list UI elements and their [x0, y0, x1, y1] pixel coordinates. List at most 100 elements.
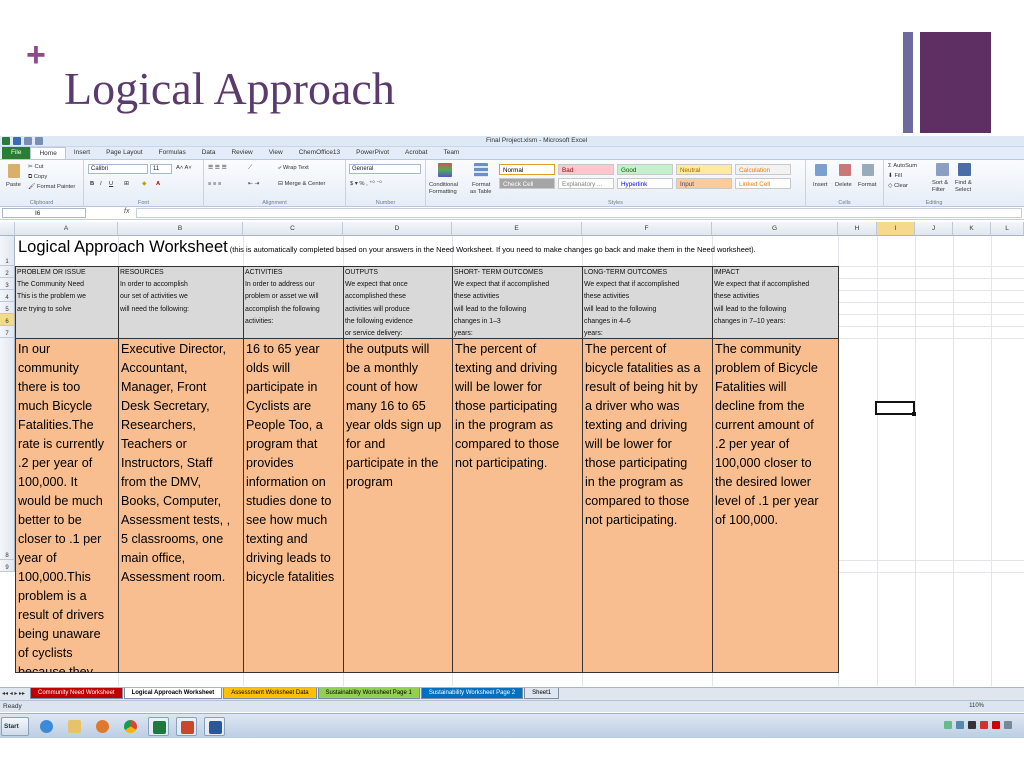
content-cell-c[interactable]: 16 to 65 year olds will participate in Cycl…: [243, 338, 344, 673]
header-cell-g[interactable]: IMPACT We expect that if accomplished thes…: [712, 266, 839, 339]
fill-color-button[interactable]: ◆: [142, 181, 146, 187]
content-cell-f[interactable]: The percent of bicycle fatalities as a res…: [582, 338, 713, 673]
paste-button[interactable]: Paste: [6, 182, 21, 188]
content-cell-a[interactable]: In our community there is too much Bicycle F…: [15, 338, 119, 673]
cell-style-normal[interactable]: Normal: [499, 164, 555, 175]
tab-file[interactable]: File: [2, 147, 31, 159]
cell-style-input[interactable]: Input: [676, 178, 732, 189]
column-header-c[interactable]: C: [243, 222, 343, 236]
column-header-l[interactable]: L: [991, 222, 1024, 236]
delete-button[interactable]: Delete: [835, 182, 852, 188]
sheet-tab-logical-approach-worksheet[interactable]: Logical Approach Worksheet: [123, 688, 223, 699]
content-cell-g[interactable]: The community problem of Bicycle Fatalitie…: [712, 338, 839, 673]
row-header-5[interactable]: 5: [0, 302, 15, 314]
row-header-9[interactable]: 9: [0, 560, 15, 572]
cell-style-linked-cell[interactable]: Linked Cell: [735, 178, 791, 189]
taskbar-media[interactable]: [92, 717, 113, 736]
header-cell-f[interactable]: LONG-TERM OUTCOMES We expect that if acco…: [582, 266, 713, 339]
underline-button[interactable]: U: [109, 181, 113, 187]
tab-acrobat[interactable]: Acrobat: [397, 147, 435, 159]
cell-style-good[interactable]: Good: [617, 164, 673, 175]
delete-cells-icon[interactable]: [839, 164, 851, 176]
tab-view[interactable]: View: [261, 147, 291, 159]
tray-icon-3[interactable]: [968, 721, 976, 729]
taskbar-word[interactable]: [204, 717, 225, 736]
row-header-1[interactable]: 1: [0, 236, 15, 266]
column-header-k[interactable]: K: [953, 222, 991, 236]
tab-insert[interactable]: Insert: [66, 147, 98, 159]
tab-data[interactable]: Data: [194, 147, 224, 159]
taskbar-powerpoint[interactable]: [176, 717, 197, 736]
font-color-button[interactable]: A: [156, 181, 160, 187]
formula-input[interactable]: [136, 208, 1022, 218]
row-header-8[interactable]: 8: [0, 338, 15, 560]
tab-powerpivot[interactable]: PowerPivot: [348, 147, 397, 159]
content-cell-d[interactable]: the outputs will be a monthly count of how…: [343, 338, 453, 673]
header-cell-c[interactable]: ACTIVITIES In order to address our problem…: [243, 266, 344, 339]
format-button[interactable]: Format: [858, 182, 876, 188]
find-select-icon[interactable]: [958, 163, 971, 176]
copy-button[interactable]: ⧉ Copy: [28, 174, 47, 181]
insert-button[interactable]: Insert: [813, 182, 828, 188]
tab-home[interactable]: Home: [30, 147, 66, 159]
conditional-formatting-icon[interactable]: [438, 163, 452, 177]
sort-filter-button[interactable]: Sort &: [932, 180, 948, 186]
taskbar-chrome[interactable]: [120, 717, 141, 736]
font-size-select[interactable]: 11: [150, 164, 172, 174]
cell-style-check-cell[interactable]: Check Cell: [499, 178, 555, 189]
tab-review[interactable]: Review: [223, 147, 260, 159]
sheet-tab-sustainability-worksheet-page-2[interactable]: Sustainability Worksheet Page 2: [420, 688, 524, 699]
tab-team[interactable]: Team: [435, 147, 467, 159]
row-header-4[interactable]: 4: [0, 290, 15, 302]
row-header-2[interactable]: 2: [0, 266, 15, 278]
merge-center-button[interactable]: ⊟ Merge & Center: [278, 181, 325, 187]
format-as-table-icon[interactable]: [474, 163, 488, 177]
wrap-text-button[interactable]: ⤶ Wrap Text: [278, 165, 309, 172]
header-cell-d[interactable]: OUTPUTS We expect that once accomplished t…: [343, 266, 453, 339]
row-header-7[interactable]: 7: [0, 326, 15, 338]
sheet-tab-sustainability-worksheet-page-1[interactable]: Sustainability Worksheet Page 1: [317, 688, 420, 699]
font-name-select[interactable]: Calibri: [88, 164, 148, 174]
column-header-j[interactable]: J: [915, 222, 953, 236]
cut-button[interactable]: ✂ Cut: [28, 164, 44, 170]
clear-button[interactable]: ◇ Clear: [888, 183, 908, 189]
column-header-g[interactable]: G: [712, 222, 838, 236]
borders-button[interactable]: ⊞: [124, 181, 129, 187]
cell-style-neutral[interactable]: Neutral: [676, 164, 732, 175]
find-select-button[interactable]: Find &: [955, 180, 972, 186]
cell-style-bad[interactable]: Bad: [558, 164, 614, 175]
select-all-corner[interactable]: [0, 222, 15, 236]
content-cell-e[interactable]: The percent of texting and driving will be…: [452, 338, 583, 673]
column-header-a[interactable]: A: [15, 222, 118, 236]
italic-button[interactable]: I: [100, 181, 102, 187]
redo-icon[interactable]: [35, 137, 43, 145]
tray-icon-6[interactable]: [1004, 721, 1012, 729]
tray-icon-4[interactable]: [980, 721, 988, 729]
sheet-tab-sheet1[interactable]: Sheet1: [524, 688, 560, 699]
fill-button[interactable]: ⬇ Fill: [888, 173, 902, 179]
header-cell-a[interactable]: PROBLEM OR ISSUE The Community Need This i…: [15, 266, 119, 339]
zoom-level[interactable]: 110%: [969, 701, 984, 712]
cell-style-hyperlink[interactable]: Hyperlink: [617, 178, 673, 189]
sort-filter-icon[interactable]: [936, 163, 949, 176]
column-header-i[interactable]: I: [877, 222, 915, 236]
taskbar-excel[interactable]: [148, 717, 169, 736]
undo-icon[interactable]: [24, 137, 32, 145]
header-cell-b[interactable]: RESOURCES In order to accomplish our set o…: [118, 266, 244, 339]
number-format-select[interactable]: General: [349, 164, 421, 174]
column-header-h[interactable]: H: [838, 222, 877, 236]
content-cell-b[interactable]: Executive Director, Accountant, Manager, F…: [118, 338, 244, 673]
align-left-buttons[interactable]: ≡ ≡ ≡: [208, 181, 221, 187]
taskbar-explorer[interactable]: [64, 717, 85, 736]
insert-function-button[interactable]: fx: [124, 208, 129, 215]
tab-chemoffice13[interactable]: ChemOffice13: [291, 147, 348, 159]
format-cells-icon[interactable]: [862, 164, 874, 176]
start-button[interactable]: Start: [1, 717, 29, 736]
selected-cell[interactable]: [875, 401, 916, 416]
conditional-formatting-button[interactable]: Conditional: [429, 182, 458, 188]
column-header-b[interactable]: B: [118, 222, 243, 236]
cell-style-calculation[interactable]: Calculation: [735, 164, 791, 175]
column-header-f[interactable]: F: [582, 222, 712, 236]
name-box[interactable]: I6: [2, 208, 86, 218]
orientation-button[interactable]: ⟋: [248, 165, 252, 172]
